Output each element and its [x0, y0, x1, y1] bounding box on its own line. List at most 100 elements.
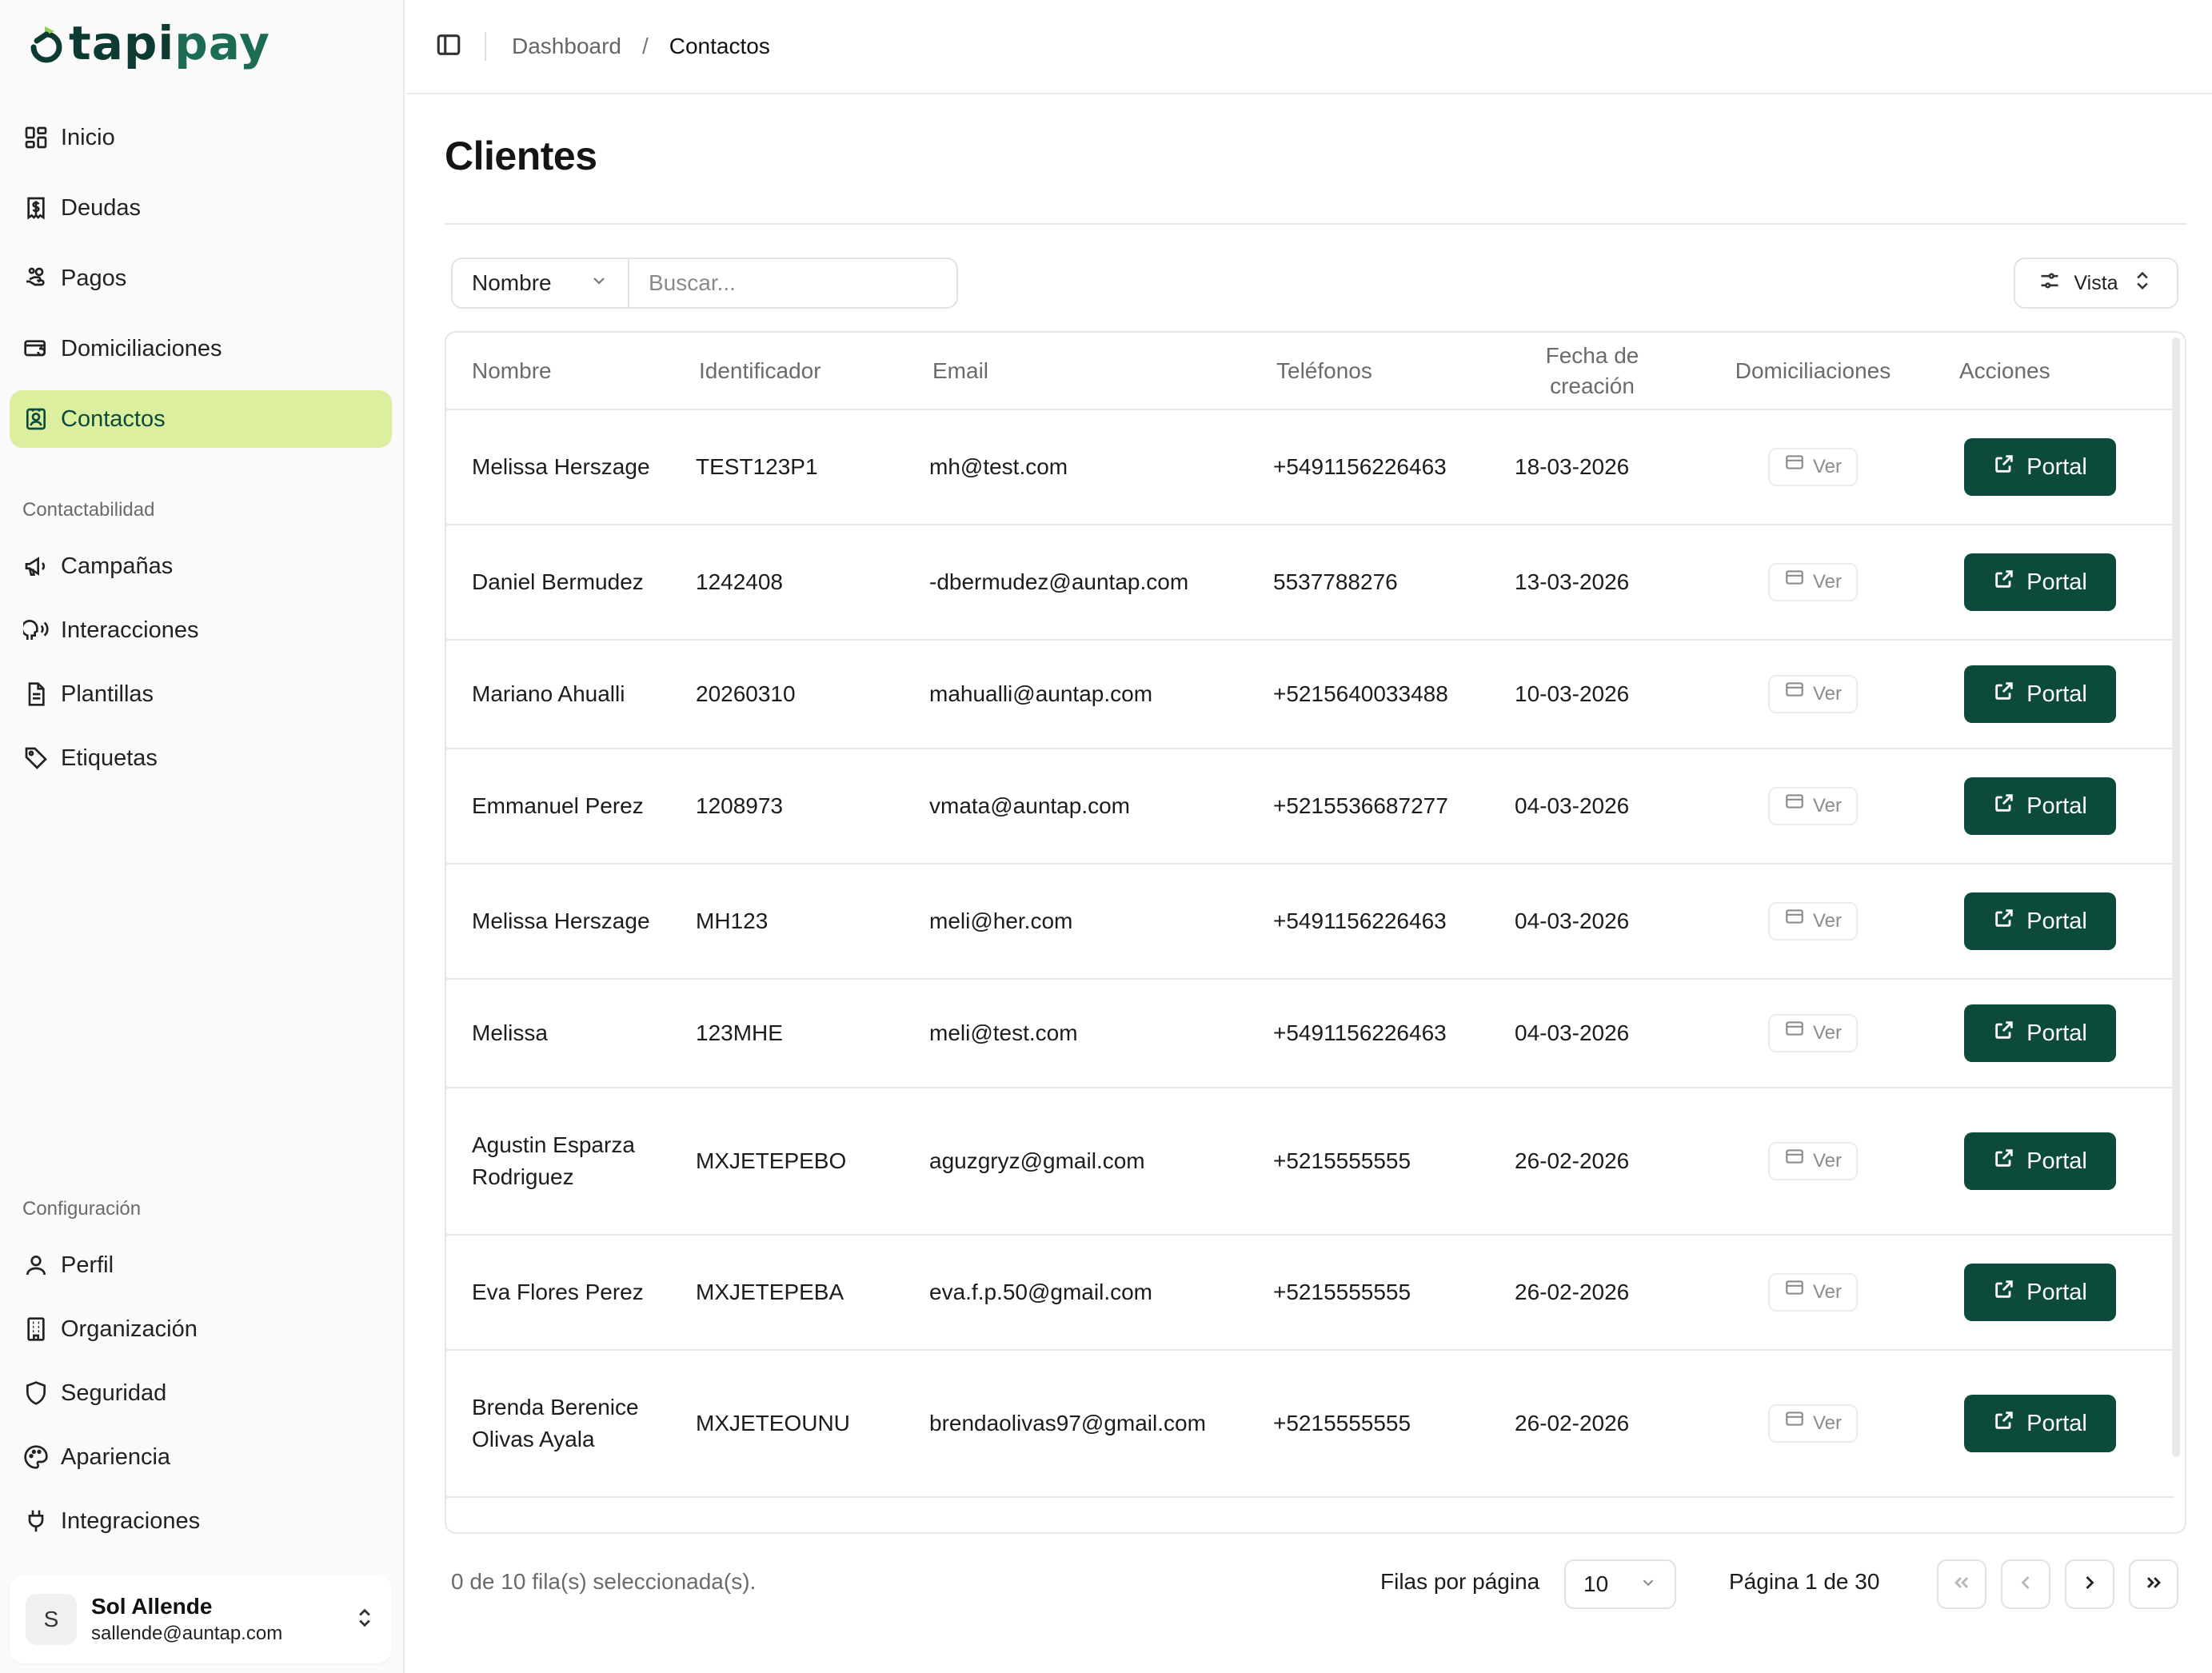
- table-row[interactable]: Melissa Herszage MH123 meli@her.com +549115…: [446, 864, 2174, 980]
- megaphone-icon: [22, 553, 50, 580]
- table-row[interactable]: Mariano Ahualli 20260310 mahualli@auntap.c…: [446, 640, 2174, 749]
- portal-button[interactable]: Portal: [1964, 438, 2116, 496]
- sidebar-item-pagos[interactable]: Pagos: [10, 250, 392, 307]
- portal-button[interactable]: Portal: [1964, 892, 2116, 950]
- view-options-button[interactable]: Vista: [2014, 258, 2178, 309]
- credit-card-icon: [1784, 905, 1805, 937]
- cell-identifier: MXJETEPEBA: [673, 1235, 907, 1351]
- view-direct-debits-button[interactable]: Ver: [1767, 448, 1859, 486]
- sidebar-item-interacciones[interactable]: Interacciones: [10, 601, 392, 659]
- view-direct-debits-button[interactable]: Ver: [1767, 902, 1859, 940]
- cell-actions: Portal: [1934, 1235, 2174, 1351]
- contact-book-icon: [22, 405, 50, 433]
- card-refresh-icon: [22, 335, 50, 362]
- sliders-icon: [2038, 270, 2061, 297]
- cell-created: 04-03-2026: [1492, 749, 1692, 864]
- portal-button[interactable]: Portal: [1964, 553, 2116, 611]
- sidebar-item-seguridad[interactable]: Seguridad: [10, 1364, 392, 1422]
- table-row[interactable]: Emmanuel Perez 1208973 vmata@auntap.com +52…: [446, 749, 2174, 864]
- external-link-icon: [1993, 1019, 2015, 1048]
- sidebar-item-integraciones[interactable]: Integraciones: [10, 1492, 392, 1550]
- sidebar-item-apariencia[interactable]: Apariencia: [10, 1428, 392, 1486]
- view-label: Ver: [1812, 795, 1843, 817]
- cell-created: 18-03-2026: [1492, 409, 1692, 525]
- portal-button[interactable]: Portal: [1964, 1004, 2116, 1062]
- sidebar-toggle-icon[interactable]: [435, 31, 462, 62]
- external-link-icon: [1993, 1409, 2015, 1438]
- last-page-button[interactable]: [2129, 1559, 2178, 1609]
- scrollbar[interactable]: [2172, 337, 2182, 1457]
- view-direct-debits-button[interactable]: Ver: [1767, 1142, 1859, 1180]
- search-input[interactable]: [629, 259, 956, 307]
- table-row[interactable]: Melissa Herszage TEST123P1 mh@test.com +549…: [446, 409, 2174, 525]
- previous-page-button[interactable]: [2001, 1559, 2050, 1609]
- cell-created: 26-02-2026: [1492, 1350, 1692, 1498]
- sidebar-item-deudas[interactable]: Deudas: [10, 179, 392, 237]
- filter-group: Nombre: [451, 258, 958, 309]
- table-row[interactable]: Brenda Berenice Olivas Ayala MXJETEOUNU br…: [446, 1350, 2174, 1498]
- view-label: Ver: [1812, 1412, 1843, 1434]
- sidebar-item-label: Etiquetas: [61, 745, 158, 771]
- sidebar-item-domiciliaciones[interactable]: Domiciliaciones: [10, 320, 392, 377]
- sidebar-item-label: Domiciliaciones: [61, 335, 222, 361]
- first-page-button[interactable]: [1937, 1559, 1986, 1609]
- divider: [485, 32, 486, 61]
- cell-actions: Portal: [1934, 749, 2174, 864]
- view-direct-debits-button[interactable]: Ver: [1767, 1404, 1859, 1443]
- sidebar-item-label: Plantillas: [61, 681, 154, 707]
- sidebar-item-label: Interacciones: [61, 617, 199, 643]
- avatar: S: [26, 1594, 77, 1645]
- cell-direct-debits: Ver: [1692, 1350, 1934, 1498]
- table-row[interactable]: Eva Flores Perez MXJETEPEBA eva.f.p.50@gma…: [446, 1235, 2174, 1351]
- document-icon: [22, 681, 50, 708]
- user-menu[interactable]: S Sol Allende sallende@auntap.com: [10, 1575, 392, 1663]
- scrollbar-thumb[interactable]: [2172, 337, 2180, 1457]
- page-title: Clientes: [445, 134, 597, 178]
- rows-per-page-label: Filas por página: [1380, 1569, 1540, 1594]
- view-direct-debits-button[interactable]: Ver: [1767, 1014, 1859, 1052]
- view-direct-debits-button[interactable]: Ver: [1767, 563, 1859, 601]
- external-link-icon: [1993, 907, 2015, 936]
- portal-button[interactable]: Portal: [1964, 777, 2116, 835]
- sidebar-item-organizacion[interactable]: Organización: [10, 1300, 392, 1358]
- cell-phone: +5491156226463: [1251, 979, 1492, 1088]
- portal-label: Portal: [2026, 569, 2087, 595]
- portal-button[interactable]: Portal: [1964, 1264, 2116, 1321]
- speaking-head-icon: [22, 617, 50, 644]
- next-page-button[interactable]: [2065, 1559, 2114, 1609]
- table-row[interactable]: Daniel Bermudez 1242408 -dbermudez@auntap.…: [446, 525, 2174, 641]
- portal-label: Portal: [2026, 681, 2087, 707]
- cell-phone: +5215555555: [1251, 1350, 1492, 1498]
- portal-button[interactable]: Portal: [1964, 665, 2116, 723]
- cell-identifier: 20260310: [673, 640, 907, 749]
- sidebar-item-perfil[interactable]: Perfil: [10, 1236, 392, 1294]
- cell-identifier: 1208973: [673, 749, 907, 864]
- contacts-table: Nombre Identificador Email Teléfonos Fec…: [445, 331, 2186, 1534]
- sidebar-item-etiquetas[interactable]: Etiquetas: [10, 729, 392, 787]
- sidebar-item-contactos[interactable]: Contactos: [10, 390, 392, 448]
- sidebar-item-campanas[interactable]: Campañas: [10, 537, 392, 595]
- sidebar-item-inicio[interactable]: Inicio: [10, 109, 392, 166]
- sidebar: tapipay Inicio Deudas Pagos Domiciliacio…: [0, 0, 405, 1673]
- cell-name: Eva Flores Perez: [446, 1235, 673, 1351]
- cell-direct-debits: Ver: [1692, 749, 1934, 864]
- chevron-down-icon: [1639, 1571, 1657, 1597]
- user-name: Sol Allende: [91, 1594, 213, 1619]
- portal-button[interactable]: Portal: [1964, 1132, 2116, 1190]
- table-row[interactable]: Agustin Esparza Rodriguez MXJETEPEBO aguzg…: [446, 1088, 2174, 1236]
- rows-per-page-select[interactable]: 10: [1564, 1559, 1676, 1609]
- table-row[interactable]: Melissa 123MHE meli@test.com +5491156226463…: [446, 979, 2174, 1088]
- view-direct-debits-button[interactable]: Ver: [1767, 787, 1859, 825]
- sidebar-item-plantillas[interactable]: Plantillas: [10, 665, 392, 723]
- portal-button[interactable]: Portal: [1964, 1395, 2116, 1452]
- filter-field-select[interactable]: Nombre: [453, 259, 629, 307]
- breadcrumb-dashboard[interactable]: Dashboard: [512, 34, 621, 59]
- brand-logo[interactable]: tapipay: [27, 14, 270, 72]
- breadcrumb-separator: /: [641, 34, 649, 58]
- view-direct-debits-button[interactable]: Ver: [1767, 675, 1859, 713]
- cell-name: Melissa Herszage: [446, 864, 673, 980]
- view-direct-debits-button[interactable]: Ver: [1767, 1273, 1859, 1312]
- cell-email: vmata@auntap.com: [907, 749, 1251, 864]
- sidebar-item-label: Campañas: [61, 553, 174, 579]
- logo-text: tapipay: [69, 16, 270, 70]
